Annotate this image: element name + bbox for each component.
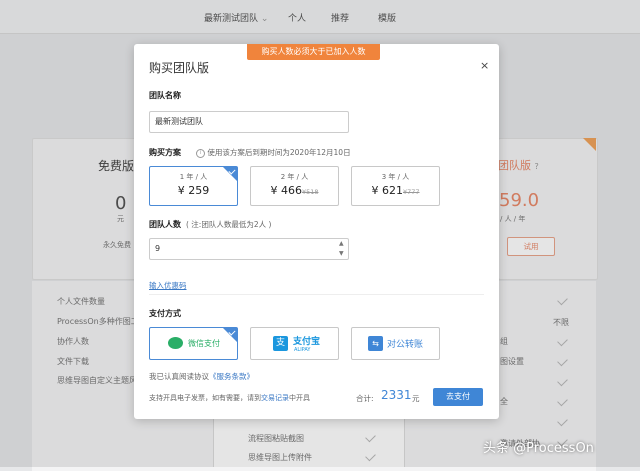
- stepper-down-icon[interactable]: ▼: [339, 250, 344, 257]
- total-value: 2331: [381, 388, 412, 402]
- pay-button[interactable]: 去支付: [433, 388, 483, 406]
- plan-price: ¥ 259: [177, 184, 210, 197]
- pay-alipay[interactable]: 支 支付宝 ALIPAY: [250, 327, 339, 360]
- plan-hint-text: 使用该方案后到期时间为2020年12月10日: [207, 148, 351, 157]
- team-name-label: 团队名称: [149, 91, 181, 100]
- team-name-input[interactable]: 最新测试团队: [149, 111, 349, 133]
- close-icon[interactable]: ×: [480, 59, 489, 72]
- pay-wechat-label: 微信支付: [188, 339, 220, 348]
- plan-option-1year[interactable]: 1 年 / 人 ¥ 259: [149, 166, 238, 206]
- warning-banner: 购买人数必须大于已加入人数: [247, 44, 380, 60]
- plan-price: ¥ 466¥518: [270, 184, 319, 197]
- pay-transfer[interactable]: ⇆ 对公转账: [351, 327, 440, 360]
- plan-term: 3 年 / 人: [381, 173, 410, 181]
- pay-alipay-label: 支付宝: [293, 337, 321, 347]
- transfer-icon: ⇆: [368, 336, 383, 351]
- watermark: 头条 @ProcessOn: [483, 441, 594, 456]
- plan-original-price: ¥518: [301, 188, 319, 196]
- pay-transfer-label: 对公转账: [387, 340, 424, 350]
- transaction-record-link[interactable]: 交易记录: [261, 394, 289, 402]
- pay-wechat[interactable]: 微信支付: [149, 327, 238, 360]
- total-label: 合计:: [356, 394, 374, 403]
- pay-alipay-sub: ALIPAY: [294, 347, 311, 353]
- payment-label: 支付方式: [149, 309, 181, 318]
- stepper-up-icon[interactable]: ▲: [339, 240, 344, 247]
- plan-original-price: ¥777: [402, 188, 420, 196]
- agreement-text: 我已认真阅读协议《服务条款》: [149, 372, 254, 381]
- plan-term: 2 年 / 人: [280, 173, 309, 181]
- plan-label: 购买方案: [149, 148, 181, 157]
- divider: [149, 294, 484, 295]
- members-hint: ( 注:团队人数最低为2人 ): [186, 220, 272, 229]
- dialog-title: 购买团队版: [149, 61, 210, 75]
- terms-link[interactable]: 《服务条款》: [209, 372, 254, 381]
- total-unit: 元: [412, 394, 420, 403]
- plan-option-2year[interactable]: 2 年 / 人 ¥ 466¥518: [250, 166, 339, 206]
- coupon-link[interactable]: 输入优惠码: [149, 280, 187, 291]
- purchase-dialog: 购买人数必须大于已加入人数 购买团队版 × 团队名称 最新测试团队 购买方案 i…: [134, 44, 499, 419]
- plan-price: ¥ 621¥777: [371, 184, 420, 197]
- members-input[interactable]: 9: [149, 238, 349, 260]
- info-icon: i: [196, 148, 205, 158]
- wechat-icon: [168, 337, 183, 349]
- plan-option-3year[interactable]: 3 年 / 人 ¥ 621¥777: [351, 166, 440, 206]
- plan-hint: i 使用该方案后到期时间为2020年12月10日: [196, 147, 351, 158]
- members-label: 团队人数: [149, 220, 181, 229]
- invoice-text: 支持开具电子发票，如有需要，请到交易记录中开具: [149, 394, 310, 402]
- alipay-icon: 支: [273, 336, 288, 351]
